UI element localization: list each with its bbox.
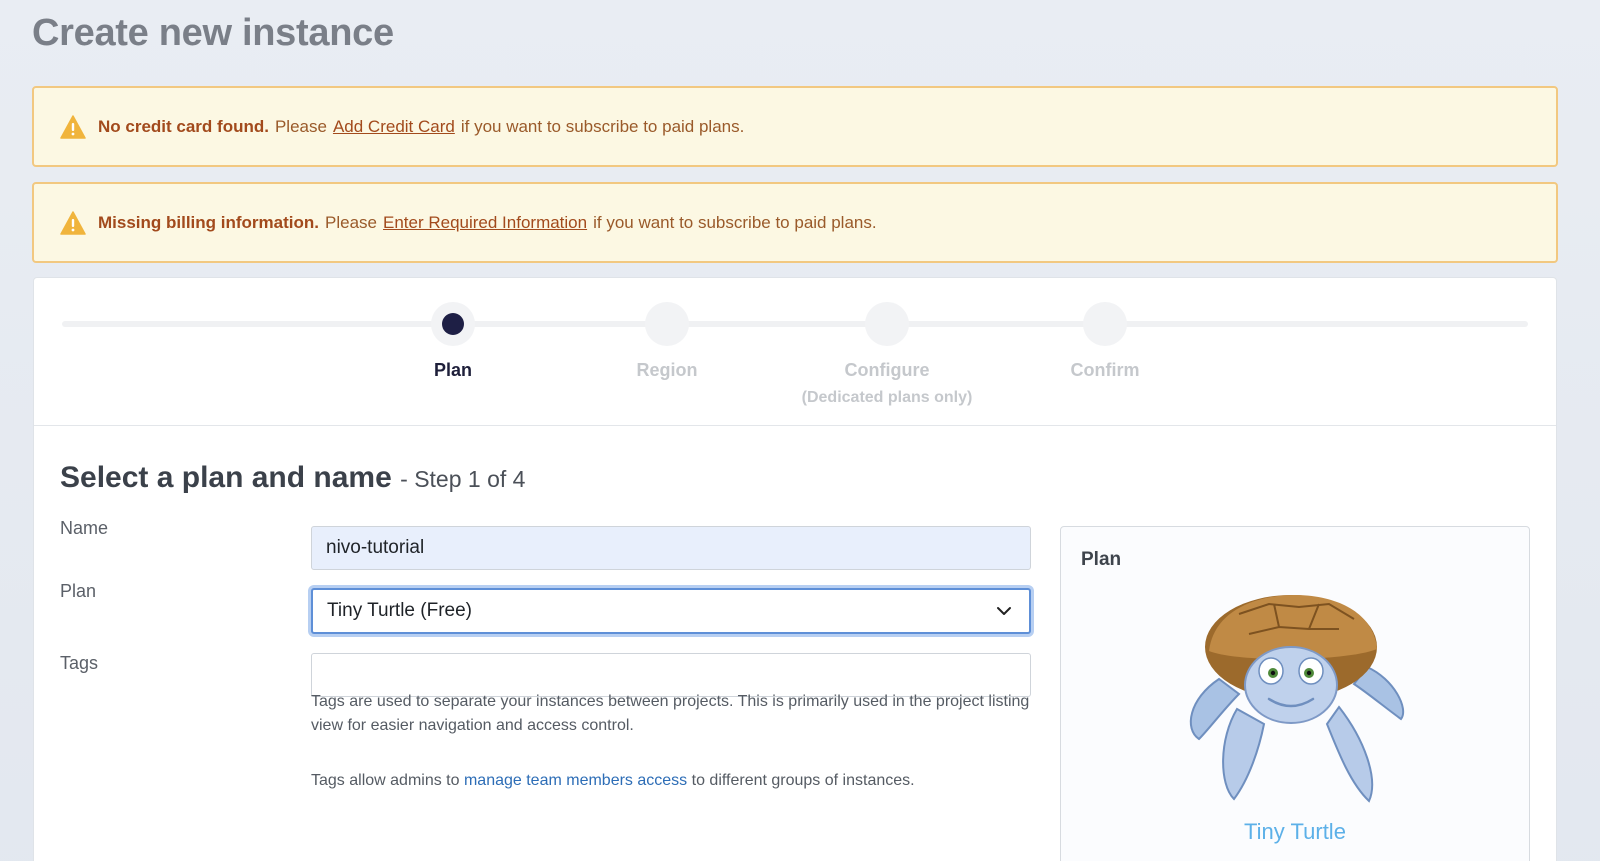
- section-title: Select a plan and name - Step 1 of 4: [60, 461, 525, 495]
- step-label: Plan: [433, 360, 472, 380]
- alert-text: Please: [325, 212, 377, 232]
- add-credit-card-link[interactable]: Add Credit Card: [333, 117, 455, 137]
- alert-title: No credit card found.: [98, 116, 269, 136]
- step-sublabel: (Dedicated plans only): [801, 389, 973, 406]
- tags-label: Tags: [60, 653, 99, 673]
- plan-select-value: Tiny Turtle (Free): [327, 600, 472, 621]
- manage-team-access-link[interactable]: manage team members access: [464, 772, 687, 789]
- step-dot: [865, 302, 909, 346]
- tags-admin-text: Tags allow admins to manage team members…: [311, 769, 1031, 793]
- step-counter: - Step 1 of 4: [400, 466, 526, 492]
- alert-title: Missing billing information.: [98, 212, 319, 232]
- page-title: Create new instance: [32, 12, 394, 54]
- section-title-text: Select a plan and name: [60, 461, 392, 494]
- step-plan[interactable]: Plan: [333, 302, 573, 381]
- name-label: Name: [60, 518, 109, 538]
- alert-text: Please: [274, 116, 327, 136]
- step-label: Confirm: [1070, 360, 1140, 380]
- enter-required-information-link[interactable]: Enter Required Information: [383, 213, 587, 233]
- step-label: Region: [636, 360, 698, 380]
- stepper: Plan Region Configure (Dedicated plans o…: [34, 278, 1556, 426]
- chevron-down-icon: [997, 607, 1011, 615]
- step-configure[interactable]: Configure (Dedicated plans only): [767, 302, 1007, 407]
- plan-select[interactable]: Tiny Turtle (Free): [311, 588, 1031, 634]
- warning-icon: [60, 210, 86, 235]
- alert-text: if you want to subscribe to paid plans.: [593, 212, 877, 232]
- name-input[interactable]: nivo-tutorial: [311, 526, 1031, 570]
- tags-admin-post: to different groups of instances.: [691, 772, 915, 789]
- plan-label: Plan: [60, 581, 97, 601]
- missing-billing-alert: Missing billing information. Please Ente…: [32, 182, 1558, 263]
- name-input-value: nivo-tutorial: [326, 537, 425, 558]
- alert-text: if you want to subscribe to paid plans.: [460, 116, 745, 136]
- warning-icon: [60, 114, 86, 139]
- step-dot: [1083, 302, 1127, 346]
- plan-name: Tiny Turtle: [1244, 819, 1346, 844]
- step-dot: [431, 302, 475, 346]
- tags-help-text: Tags are used to separate your instances…: [311, 693, 1030, 734]
- step-label: Configure: [844, 360, 930, 380]
- plan-panel-title: Plan: [1081, 549, 1122, 570]
- create-instance-card: Plan Region Configure (Dedicated plans o…: [33, 277, 1557, 861]
- step-confirm[interactable]: Confirm: [985, 302, 1225, 381]
- step-dot: [645, 302, 689, 346]
- step-region[interactable]: Region: [547, 302, 787, 381]
- turtle-mascot-image: [1189, 595, 1405, 803]
- tags-admin-pre: Tags allow admins to: [311, 772, 460, 789]
- plan-preview-panel: Plan Tiny Turtle: [1060, 526, 1530, 861]
- no-credit-card-alert: No credit card found. Please Add Credit …: [32, 86, 1558, 167]
